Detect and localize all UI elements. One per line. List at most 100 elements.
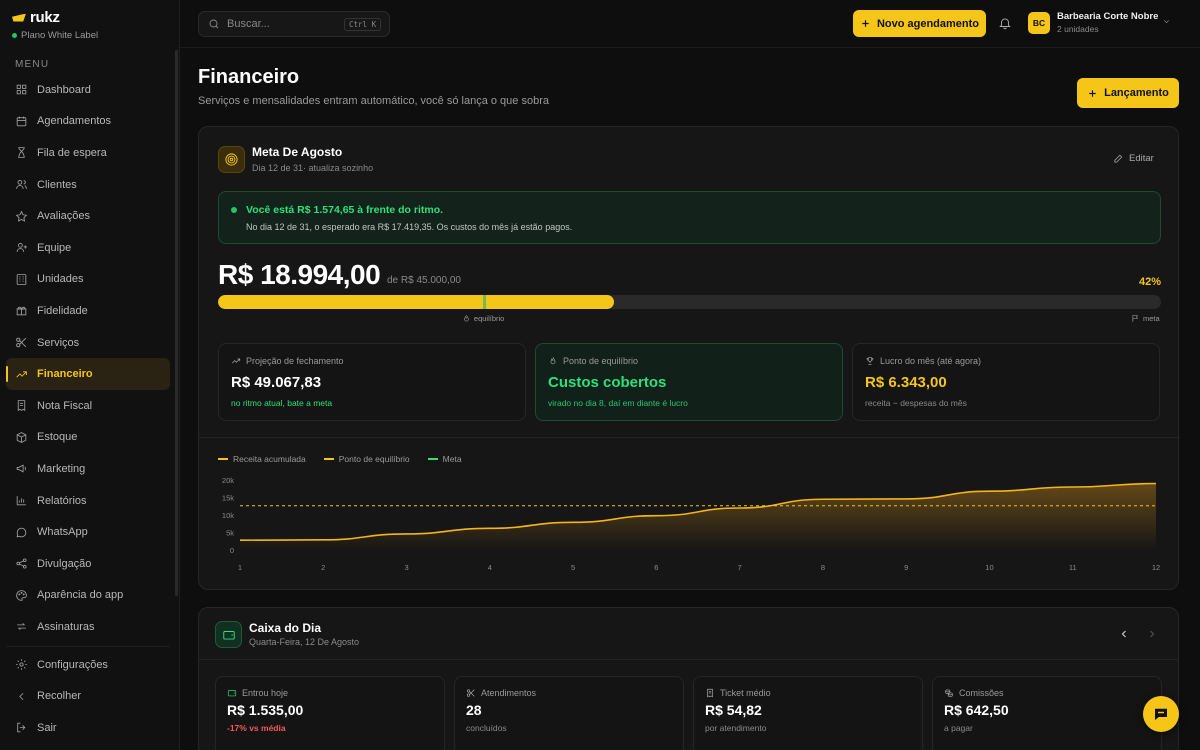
- pencil-icon: [1114, 154, 1123, 163]
- new-appointment-button[interactable]: Novo agendamento: [853, 10, 986, 37]
- legend-item: Ponto de equilíbrio: [323, 454, 410, 464]
- kpi-card: Entrou hoje R$ 1.535,00 -17% vs média: [215, 676, 445, 750]
- topbar: Ctrl K Novo agendamento BC Barbearia Cor…: [180, 0, 1200, 48]
- sidebar-item-estoque[interactable]: Estoque: [6, 422, 170, 454]
- daily-cash-card: Caixa do Dia Quarta-Feira, 12 De Agosto …: [198, 607, 1179, 750]
- sidebar-item-avaliacoes[interactable]: Avaliações: [6, 200, 170, 232]
- gift-icon: [16, 307, 27, 316]
- kpi-label-text: Entrou hoje: [242, 688, 289, 698]
- sidebar-item-aparencia-do-app[interactable]: Aparência do app: [6, 580, 170, 612]
- revenue-chart: Receita acumulada Ponto de equilíbrio Meta…: [199, 437, 1180, 587]
- kpi-label: Atendimentos: [466, 688, 536, 698]
- sidebar-item-fidelidade[interactable]: Fidelidade: [6, 295, 170, 327]
- target-icon: [218, 146, 245, 173]
- account-name: Barbearia Corte Nobre: [1057, 11, 1159, 22]
- receipt-icon: [707, 688, 713, 698]
- add-entry-label: Lançamento: [1104, 87, 1169, 99]
- sidebar-item-financeiro[interactable]: Financeiro: [6, 358, 170, 390]
- chevron-down-icon: [1164, 20, 1169, 24]
- revenue-chart-plot: 05k10k15k20k1 2 3 4 5 6 7 8 9 10 11 12: [222, 476, 1160, 572]
- y-tick-label: 20k: [222, 476, 234, 485]
- sidebar-item-label: Relatórios: [37, 494, 87, 507]
- sidebar-item-equipe[interactable]: Equipe: [6, 232, 170, 264]
- previous-day-button[interactable]: [1118, 628, 1130, 640]
- kpi-value: R$ 642,50: [944, 702, 1009, 718]
- page-title: Financeiro: [198, 66, 300, 88]
- sidebar-item-label: Equipe: [37, 241, 72, 254]
- goal-subtitle: Dia 12 de 31· atualiza sozinho: [252, 163, 374, 173]
- add-entry-button[interactable]: Lançamento: [1077, 78, 1179, 108]
- stat-label-text: Projeção de fechamento: [246, 356, 344, 366]
- x-tick-label: 7: [738, 563, 742, 572]
- sidebar-item-unidades[interactable]: Unidades: [6, 264, 170, 296]
- sidebar-scrollbar[interactable]: [175, 50, 178, 596]
- goal-percent: 42%: [1139, 276, 1162, 288]
- receipt-icon: [17, 400, 26, 412]
- x-tick-label: 10: [985, 563, 993, 572]
- hourglass-icon: [18, 147, 25, 159]
- sidebar-item-label: Assinaturas: [37, 620, 95, 633]
- sidebar-item-clientes[interactable]: Clientes: [6, 169, 170, 201]
- support-chat-button[interactable]: [1143, 696, 1179, 732]
- calendar-icon: [16, 116, 27, 127]
- alert-title: Você está R$ 1.574,65 à frente do ritmo.: [246, 204, 444, 216]
- sidebar-item-dashboard[interactable]: Dashboard: [6, 74, 170, 106]
- stat-label: Projeção de fechamento: [231, 356, 344, 366]
- gear-icon: [16, 659, 27, 671]
- sidebar-item-label: Financeiro: [37, 368, 93, 381]
- box-icon: [16, 431, 27, 443]
- account-switcher[interactable]: BC Barbearia Corte Nobre 2 unidades: [1028, 11, 1178, 34]
- stat-value: R$ 6.343,00: [865, 374, 947, 391]
- bell-icon: [999, 18, 1011, 30]
- kpi-card: Atendimentos 28 concluídos: [454, 676, 684, 750]
- sidebar-item-divulgacao[interactable]: Divulgação: [6, 548, 170, 580]
- notifications-button[interactable]: [998, 16, 1012, 33]
- stat-label: Lucro do mês (até agora): [865, 356, 981, 366]
- legend-label: Receita acumulada: [233, 454, 306, 464]
- goal-marker: meta: [1131, 314, 1160, 323]
- sidebar-item-sair[interactable]: Sair: [6, 712, 170, 744]
- x-tick-label: 5: [571, 563, 575, 572]
- sidebar-item-recolher[interactable]: Recolher: [6, 681, 170, 713]
- bar-chart-icon: [16, 496, 26, 506]
- sidebar-item-relatorios[interactable]: Relatórios: [6, 485, 170, 517]
- stat-note: virado no dia 8, daí em diante é lucro: [548, 398, 688, 408]
- y-tick-label: 10k: [222, 511, 234, 520]
- next-day-button[interactable]: [1146, 628, 1158, 640]
- x-tick-label: 12: [1152, 563, 1160, 572]
- stat-card: Ponto de equilíbrio Custos cobertos virado…: [535, 343, 843, 421]
- flame-icon: [464, 315, 469, 322]
- equilibrium-label: equilíbrio: [473, 314, 505, 323]
- trending-up-icon: [16, 370, 27, 378]
- search-input[interactable]: [227, 18, 337, 30]
- stat-label-text: Ponto de equilíbrio: [563, 356, 639, 366]
- kpi-label-text: Atendimentos: [481, 688, 537, 698]
- share-icon: [16, 558, 27, 569]
- goal-target: de R$ 45.000,00: [387, 275, 461, 286]
- sidebar-bottom: Configurações Recolher Sair: [6, 646, 170, 744]
- monthly-goal-card: Meta De Agosto Dia 12 de 31· atualiza so…: [198, 126, 1180, 590]
- legend-swatch: [218, 458, 228, 460]
- sidebar-item-label: Fila de espera: [37, 146, 107, 159]
- sidebar-item-fila-de-espera[interactable]: Fila de espera: [6, 137, 170, 169]
- current-revenue: R$ 18.994,00: [218, 259, 381, 290]
- sidebar-item-agendamentos[interactable]: Agendamentos: [6, 106, 170, 138]
- sidebar-item-marketing[interactable]: Marketing: [6, 453, 170, 485]
- goal-marker-label: meta: [1143, 314, 1160, 323]
- search-box[interactable]: Ctrl K: [198, 11, 390, 37]
- sidebar-item-whatsapp[interactable]: WhatsApp: [6, 516, 170, 548]
- sidebar-item-label: Recolher: [37, 690, 82, 703]
- edit-goal-button[interactable]: Editar: [1113, 153, 1154, 164]
- sidebar-item-assinaturas[interactable]: Assinaturas: [6, 611, 170, 643]
- x-tick-label: 6: [654, 563, 658, 572]
- brand[interactable]: rukz: [12, 9, 60, 26]
- sidebar-item-configuracoes[interactable]: Configurações: [6, 649, 170, 681]
- sidebar-item-servicos[interactable]: Serviços: [6, 327, 170, 359]
- new-appointment-label: Novo agendamento: [876, 17, 980, 30]
- sidebar-item-nota-fiscal[interactable]: Nota Fiscal: [6, 390, 170, 422]
- alert-description: No dia 12 de 31, o esperado era R$ 17.41…: [246, 222, 573, 232]
- grid-icon: [16, 85, 27, 95]
- kpi-note: a pagar: [944, 723, 973, 733]
- kpi-value: R$ 54,82: [705, 702, 762, 718]
- x-tick-label: 8: [821, 563, 825, 572]
